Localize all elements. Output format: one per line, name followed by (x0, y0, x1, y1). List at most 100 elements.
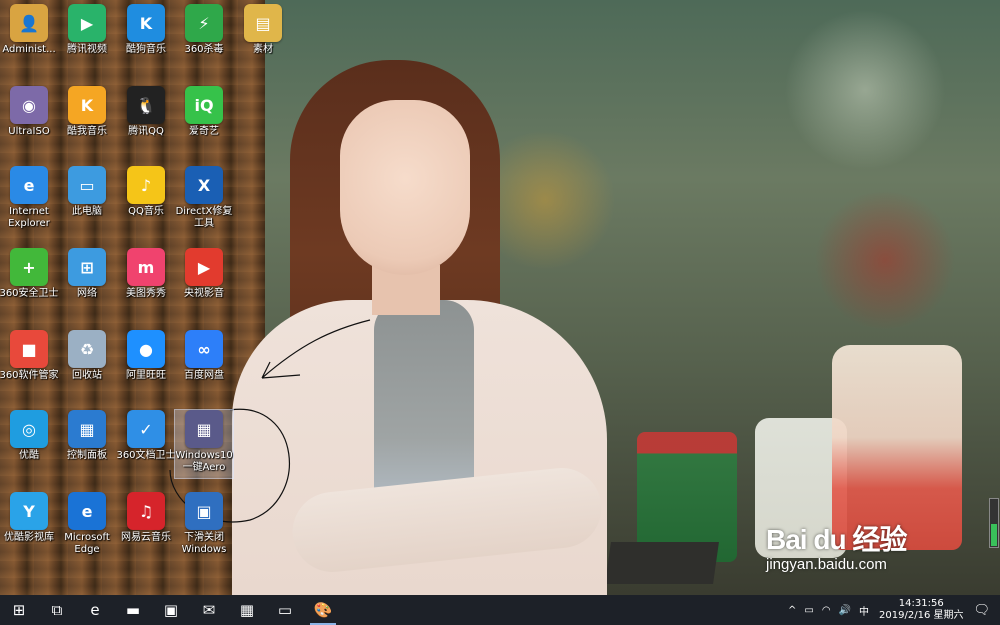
task-view-icon: ⧉ (51, 601, 63, 619)
desktop-icon[interactable]: 🐧 腾讯QQ (117, 86, 175, 138)
360-doc-guard-icon: ✓ (127, 410, 165, 448)
baidu-netdisk-icon: ∞ (185, 330, 223, 368)
desktop-icon-label: UltraISO (8, 126, 50, 137)
desktop-icon[interactable]: ∞ 百度网盘 (175, 330, 233, 382)
qq-icon: 🐧 (127, 86, 165, 124)
desktop-icon-label: 此电脑 (72, 206, 102, 217)
desktop-icon[interactable]: ▤ 素材 (234, 4, 292, 56)
wifi-icon[interactable]: ◠ (822, 605, 831, 616)
taskbar-file-explorer[interactable]: ▬ (114, 595, 152, 625)
kuwo-music-icon: K (68, 86, 106, 124)
network-icon: ⊞ (68, 248, 106, 286)
youku-library-icon: Y (10, 492, 48, 530)
desktop-icon[interactable]: e Internet Explorer (0, 166, 58, 230)
desktop-icon[interactable]: ■ 360软件管家 (0, 330, 59, 382)
taskbar-pinned-apps: ⊞ ⧉ e ▬ ▣ ✉ ▦ ▭ 🎨 (0, 595, 342, 625)
desktop-icon-label: 360安全卫士 (0, 288, 59, 299)
desktop-icon[interactable]: iQ 爱奇艺 (175, 86, 233, 138)
taskbar-store[interactable]: ▣ (152, 595, 190, 625)
desktop-icon-label: Windows10 一键Aero (175, 450, 233, 473)
desktop-icon-label: 酷狗音乐 (126, 44, 166, 55)
desktop-icon[interactable]: 👤 Administ... (0, 4, 58, 56)
user-folder-icon: 👤 (10, 4, 48, 42)
desktop-icon-label: 美图秀秀 (126, 288, 166, 299)
iqiyi-icon: iQ (185, 86, 223, 124)
taskbar-aero-tool[interactable]: ▦ (228, 595, 266, 625)
volume-level-indicator (989, 498, 999, 548)
desktop-icon[interactable]: ▣ 下滑关闭 Windows (175, 492, 233, 556)
taskbar-slide-shutdown-icon: ▭ (277, 601, 293, 619)
taskbar-mail[interactable]: ✉ (190, 595, 228, 625)
desktop-icon-label: QQ音乐 (128, 206, 164, 217)
desktop-icon-label: 阿里旺旺 (126, 370, 166, 381)
taskbar-paint[interactable]: 🎨 (304, 595, 342, 625)
slide-shutdown-icon: ▣ (185, 492, 223, 530)
desktop-icon[interactable]: ◎ 优酷 (0, 410, 58, 462)
edge-icon: e (68, 492, 106, 530)
desktop-icon[interactable]: ▦ 控制面板 (58, 410, 116, 462)
qq-music-icon: ♪ (127, 166, 165, 204)
360-software-manager-icon: ■ (10, 330, 48, 368)
input-method-indicator[interactable]: 中 (859, 603, 869, 618)
desktop-icon-label: 回收站 (72, 370, 102, 381)
taskbar-slide-shutdown[interactable]: ▭ (266, 595, 304, 625)
cctv-player-icon: ▶ (185, 248, 223, 286)
desktop-icon[interactable]: ▶ 央视影音 (175, 248, 233, 300)
desktop-icon-label: Administ... (2, 44, 56, 55)
action-center-icon[interactable]: 🗨 (973, 603, 990, 618)
taskbar-store-icon: ▣ (163, 601, 179, 619)
taskbar-edge[interactable]: e (76, 595, 114, 625)
desktop-icon-label: 央视影音 (184, 288, 224, 299)
desktop-icon[interactable]: ♻ 回收站 (58, 330, 116, 382)
desktop-icon[interactable]: ▦ Windows10 一键Aero (174, 409, 234, 479)
watermark-url: jingyan.baidu.com (766, 556, 887, 573)
desktop-icon[interactable]: ⊞ 网络 (58, 248, 116, 300)
desktop-icon-label: 腾讯QQ (128, 126, 164, 137)
desktop-icon-label: 360杀毒 (184, 44, 224, 55)
clock[interactable]: 14:31:56 2019/2/16 星期六 (879, 598, 963, 622)
ultraiso-icon: ◉ (10, 86, 48, 124)
desktop-icon[interactable]: ◉ UltraISO (0, 86, 58, 138)
desktop-icon[interactable]: e Microsoft Edge (58, 492, 116, 556)
desktop-icon-label: 优酷影视库 (4, 532, 54, 543)
desktop-icon[interactable]: ♫ 网易云音乐 (117, 492, 175, 544)
clock-time: 14:31:56 (898, 598, 944, 609)
desktop-icon-label: Internet Explorer (8, 206, 50, 229)
show-hidden-icons-chevron[interactable]: ^ (788, 605, 796, 616)
desktop-icon[interactable]: ▶ 腾讯视频 (58, 4, 116, 56)
desktop-icon[interactable]: K 酷我音乐 (58, 86, 116, 138)
netease-music-icon: ♫ (127, 492, 165, 530)
internet-explorer-icon: e (10, 166, 48, 204)
baidu-jingyan-watermark: Bai du 经验 jingyan.baidu.com (766, 518, 907, 573)
youku-icon: ◎ (10, 410, 48, 448)
desktop-icon[interactable]: Y 优酷影视库 (0, 492, 58, 544)
battery-icon[interactable]: ▭ (804, 605, 813, 616)
task-view-button[interactable]: ⧉ (38, 595, 76, 625)
taskbar-aero-tool-icon: ▦ (239, 601, 255, 619)
kugou-music-icon: K (127, 4, 165, 42)
directx-repair-icon: X (185, 166, 223, 204)
desktop-icon[interactable]: X DirectX修复 工具 (175, 166, 233, 230)
desktop-icon[interactable]: ⚡ 360杀毒 (175, 4, 233, 56)
recycle-bin-icon: ♻ (68, 330, 106, 368)
desktop-icon-label: 下滑关闭 Windows (181, 532, 227, 555)
start-button[interactable]: ⊞ (0, 595, 38, 625)
360-security-icon: + (10, 248, 48, 286)
desktop-icon[interactable]: ♪ QQ音乐 (117, 166, 175, 218)
desktop-icon[interactable]: ● 阿里旺旺 (117, 330, 175, 382)
taskbar-edge-icon: e (90, 601, 100, 619)
folder-icon: ▤ (244, 4, 282, 42)
desktop-icon-label: Microsoft Edge (64, 532, 110, 555)
system-tray: ^ ▭ ◠ 🔊 中 14:31:56 2019/2/16 星期六 🗨 (784, 595, 1000, 625)
desktop-icon[interactable]: ✓ 360文档卫士 (116, 410, 176, 462)
desktop-icon-label: 百度网盘 (184, 370, 224, 381)
desktop-icon[interactable]: +360安全卫士 (0, 248, 59, 300)
taskbar-mail-icon: ✉ (202, 601, 216, 619)
volume-icon[interactable]: 🔊 (839, 605, 851, 616)
taskbar: ⊞ ⧉ e ▬ ▣ ✉ ▦ ▭ 🎨 ^ ▭ ◠ 🔊 中 14:31:56 2019/2/16 星… (0, 595, 1000, 625)
360-antivirus-icon: ⚡ (185, 4, 223, 42)
desktop-icon[interactable]: ▭ 此电脑 (58, 166, 116, 218)
desktop-icon[interactable]: m 美图秀秀 (117, 248, 175, 300)
desktop-icon-label: 360软件管家 (0, 370, 59, 381)
desktop-icon[interactable]: K 酷狗音乐 (117, 4, 175, 56)
